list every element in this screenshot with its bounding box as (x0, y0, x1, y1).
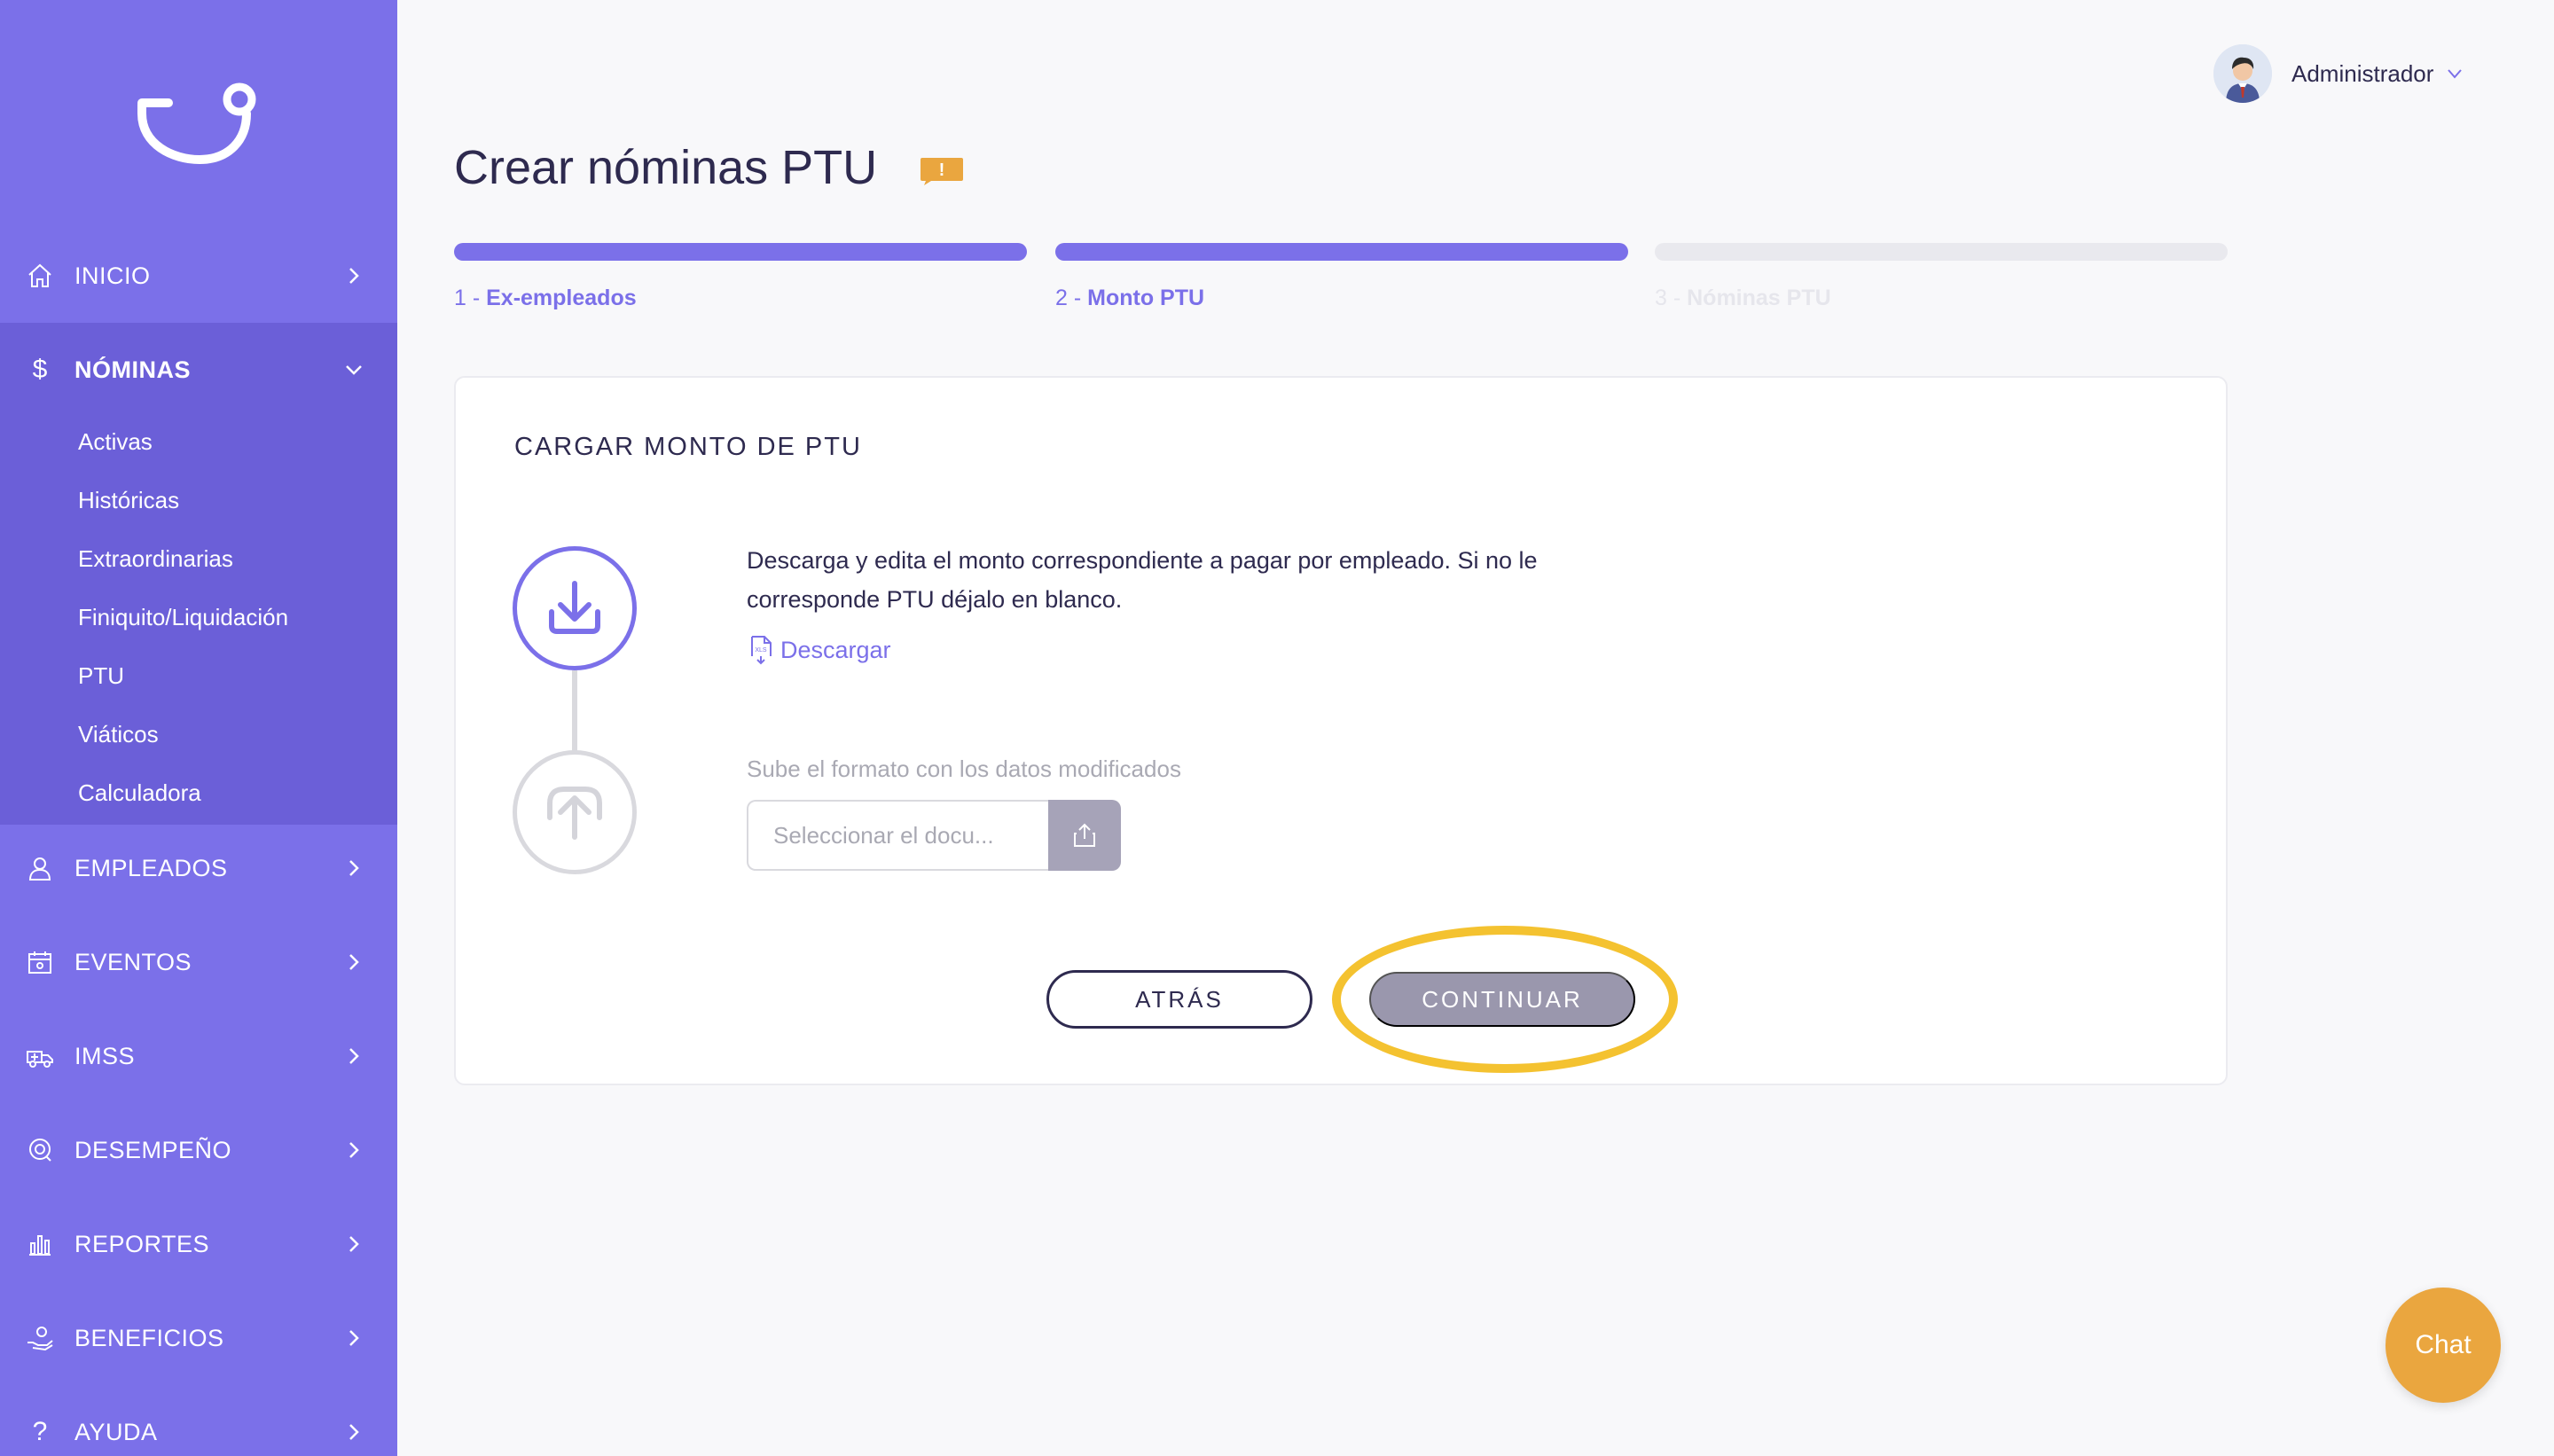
sidebar-item-label: REPORTES (74, 1230, 210, 1257)
chevron-right-icon (349, 1142, 359, 1158)
submenu-item-extraordinarias[interactable]: Extraordinarias (78, 545, 233, 573)
upload-card: CARGAR MONTO DE PTU Descarga y edita el … (454, 376, 2228, 1085)
step-text: Ex-empleados (486, 286, 637, 310)
file-placeholder: Seleccionar el docu... (773, 821, 994, 849)
step-number: 2 - (1055, 286, 1088, 310)
sidebar-item-label: BENEFICIOS (74, 1324, 224, 1351)
download-link[interactable]: XLS Descargar (748, 635, 891, 665)
file-upload-button[interactable] (1048, 800, 1121, 871)
step-number: 3 - (1655, 286, 1688, 310)
step-text: Nóminas PTU (1687, 286, 1831, 310)
submenu-item-calculadora[interactable]: Calculadora (78, 779, 201, 807)
excel-file-icon: XLS (751, 636, 772, 665)
chevron-down-icon (2448, 69, 2463, 79)
warning-badge-text: ! (939, 160, 945, 180)
sidebar-item-desempeno[interactable]: DESEMPEÑO (0, 1103, 397, 1197)
instructions-text: Descarga y edita el monto correspondient… (747, 547, 1538, 613)
user-name: Administrador (2292, 59, 2434, 87)
submenu-item-historicas[interactable]: Históricas (78, 487, 179, 514)
sidebar-item-label: NÓMINAS (74, 356, 191, 383)
hand-coin-icon (25, 1323, 55, 1353)
chevron-right-icon (349, 1236, 359, 1252)
svg-text:XLS: XLS (755, 647, 767, 654)
download-link-label: Descargar (780, 636, 891, 663)
warning-icon[interactable]: ! (919, 156, 965, 186)
step-2-label[interactable]: 2 - Monto PTU (1055, 286, 1204, 311)
dollar-icon: $ (32, 355, 48, 384)
user-menu[interactable]: Administrador (2213, 44, 2464, 103)
download-icon (549, 581, 600, 634)
upload-label: Sube el formato con los datos modificado… (747, 755, 1181, 782)
back-button[interactable]: ATRÁS (1046, 970, 1312, 1029)
home-icon (25, 261, 55, 291)
submenu-item-finiquito[interactable]: Finiquito/Liquidación (78, 604, 288, 631)
step-number: 1 - (454, 286, 487, 310)
sidebar-item-eventos[interactable]: EVENTOS (0, 915, 397, 1009)
sidebar-item-inicio[interactable]: INICIO (0, 229, 397, 323)
chevron-right-icon (349, 1048, 359, 1064)
page-title: Crear nóminas PTU (454, 141, 878, 194)
sidebar-item-label: DESEMPEÑO (74, 1136, 232, 1163)
calendar-icon (25, 947, 55, 977)
ambulance-icon (25, 1041, 55, 1071)
nominas-submenu: Activas Históricas Extraordinarias Finiq… (0, 408, 397, 825)
step-2-bar (1055, 243, 1628, 261)
sidebar-item-empleados[interactable]: EMPLEADOS (0, 821, 397, 915)
question-icon: ? (32, 1417, 48, 1446)
app-logo[interactable] (133, 78, 266, 167)
step-3-label: 3 - Nóminas PTU (1655, 286, 1831, 311)
step-3-bar (1655, 243, 2228, 261)
target-icon (25, 1135, 55, 1165)
chevron-down-icon (346, 365, 362, 375)
chevron-right-icon (349, 860, 359, 876)
step-text: Monto PTU (1087, 286, 1205, 310)
sidebar-item-ayuda[interactable]: ? AYUDA (0, 1385, 397, 1456)
upload-icon (547, 787, 602, 840)
sidebar-item-label: EVENTOS (74, 948, 192, 975)
share-upload-icon (1074, 823, 1095, 847)
card-title: CARGAR MONTO DE PTU (514, 433, 862, 461)
sidebar-item-beneficios[interactable]: BENEFICIOS (0, 1291, 397, 1385)
sidebar-item-imss[interactable]: IMSS (0, 1009, 397, 1103)
bar-chart-icon (25, 1229, 55, 1259)
sidebar-item-nominas[interactable]: $ NÓMINAS (0, 323, 397, 417)
sidebar-item-label: AYUDA (74, 1418, 158, 1445)
step-1-label[interactable]: 1 - Ex-empleados (454, 286, 637, 311)
chevron-right-icon (349, 1330, 359, 1346)
chevron-right-icon (349, 268, 359, 284)
sidebar-item-label: INICIO (74, 262, 151, 289)
submenu-item-ptu[interactable]: PTU (78, 662, 124, 690)
download-step-circle (513, 546, 637, 670)
step-1-bar (454, 243, 1027, 261)
chat-button[interactable]: Chat (2386, 1288, 2501, 1403)
upload-step-circle (513, 750, 637, 874)
step-connector (572, 670, 577, 752)
submenu-item-viaticos[interactable]: Viáticos (78, 721, 159, 748)
sidebar-item-label: EMPLEADOS (74, 854, 228, 881)
sidebar-item-reportes[interactable]: REPORTES (0, 1197, 397, 1291)
chevron-right-icon (349, 1424, 359, 1440)
file-select-input[interactable]: Seleccionar el docu... (747, 800, 1048, 871)
user-icon (25, 853, 55, 883)
avatar (2213, 44, 2272, 103)
sidebar-item-label: IMSS (74, 1042, 136, 1069)
submenu-item-activas[interactable]: Activas (78, 428, 153, 456)
chevron-right-icon (349, 954, 359, 970)
continue-button[interactable]: CONTINUAR (1369, 972, 1635, 1027)
sidebar: INICIO $ NÓMINAS Activas Históricas Extr… (0, 0, 397, 1456)
